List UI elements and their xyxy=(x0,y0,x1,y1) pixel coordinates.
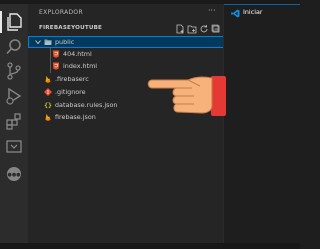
tree-item-label: .firebaserc xyxy=(55,75,89,83)
collapse-all-icon[interactable] xyxy=(211,24,221,34)
svg-text:{}: {} xyxy=(44,101,52,109)
svg-text:●●●: ●●● xyxy=(7,172,21,178)
accounts-icon[interactable]: ●●● xyxy=(4,164,24,184)
run-debug-icon[interactable] xyxy=(4,86,24,106)
source-control-icon[interactable] xyxy=(4,61,24,81)
new-file-icon[interactable] xyxy=(175,24,185,34)
chevron-down-icon xyxy=(31,26,37,41)
remote-icon[interactable] xyxy=(4,137,24,157)
explorer-sidebar: EXPLORADOR ··· FIREBASEYOUTUBE public 40… xyxy=(28,4,224,243)
extensions-icon[interactable] xyxy=(4,111,24,131)
tree-item-label: database.rules.json xyxy=(55,101,118,109)
editor-area: Iniciar xyxy=(224,4,300,243)
git-icon xyxy=(44,88,52,96)
chevron-down-icon xyxy=(34,38,42,46)
firebase-icon xyxy=(44,75,52,83)
explorer-title: EXPLORADOR xyxy=(39,9,83,16)
tree-item-404-html[interactable]: 404.html xyxy=(28,48,224,60)
window-bottom-edge xyxy=(0,243,300,249)
explorer-header: EXPLORADOR ··· xyxy=(28,4,224,22)
activity-bar: ●●● xyxy=(0,4,28,243)
refresh-icon[interactable] xyxy=(199,24,209,34)
tree-item-label: index.html xyxy=(63,62,98,70)
tab-iniciar[interactable]: Iniciar xyxy=(224,4,300,22)
tree-item-label: public xyxy=(55,38,75,46)
tree-item-public-folder[interactable]: public xyxy=(28,36,224,48)
project-section-header[interactable]: FIREBASEYOUTUBE xyxy=(28,22,224,41)
vscode-icon xyxy=(231,9,240,18)
new-folder-icon[interactable] xyxy=(187,24,197,34)
json-icon: {} xyxy=(44,101,52,109)
tree-item-label: .gitignore xyxy=(55,88,86,96)
html5-icon xyxy=(52,62,60,70)
project-name: FIREBASEYOUTUBE xyxy=(39,25,103,31)
more-actions-icon[interactable]: ··· xyxy=(208,6,216,15)
firebase-icon xyxy=(44,113,52,121)
tab-label: Iniciar xyxy=(243,8,263,16)
folder-open-icon xyxy=(44,38,52,46)
activity-active-indicator xyxy=(0,11,2,33)
html5-icon xyxy=(52,50,60,58)
pointing-hand-icon xyxy=(142,64,226,118)
tab-strip: Iniciar xyxy=(224,4,300,22)
search-icon[interactable] xyxy=(4,37,24,57)
tree-item-label: firebase.json xyxy=(55,113,96,121)
files-icon[interactable] xyxy=(4,12,24,32)
tree-item-label: 404.html xyxy=(63,50,92,58)
